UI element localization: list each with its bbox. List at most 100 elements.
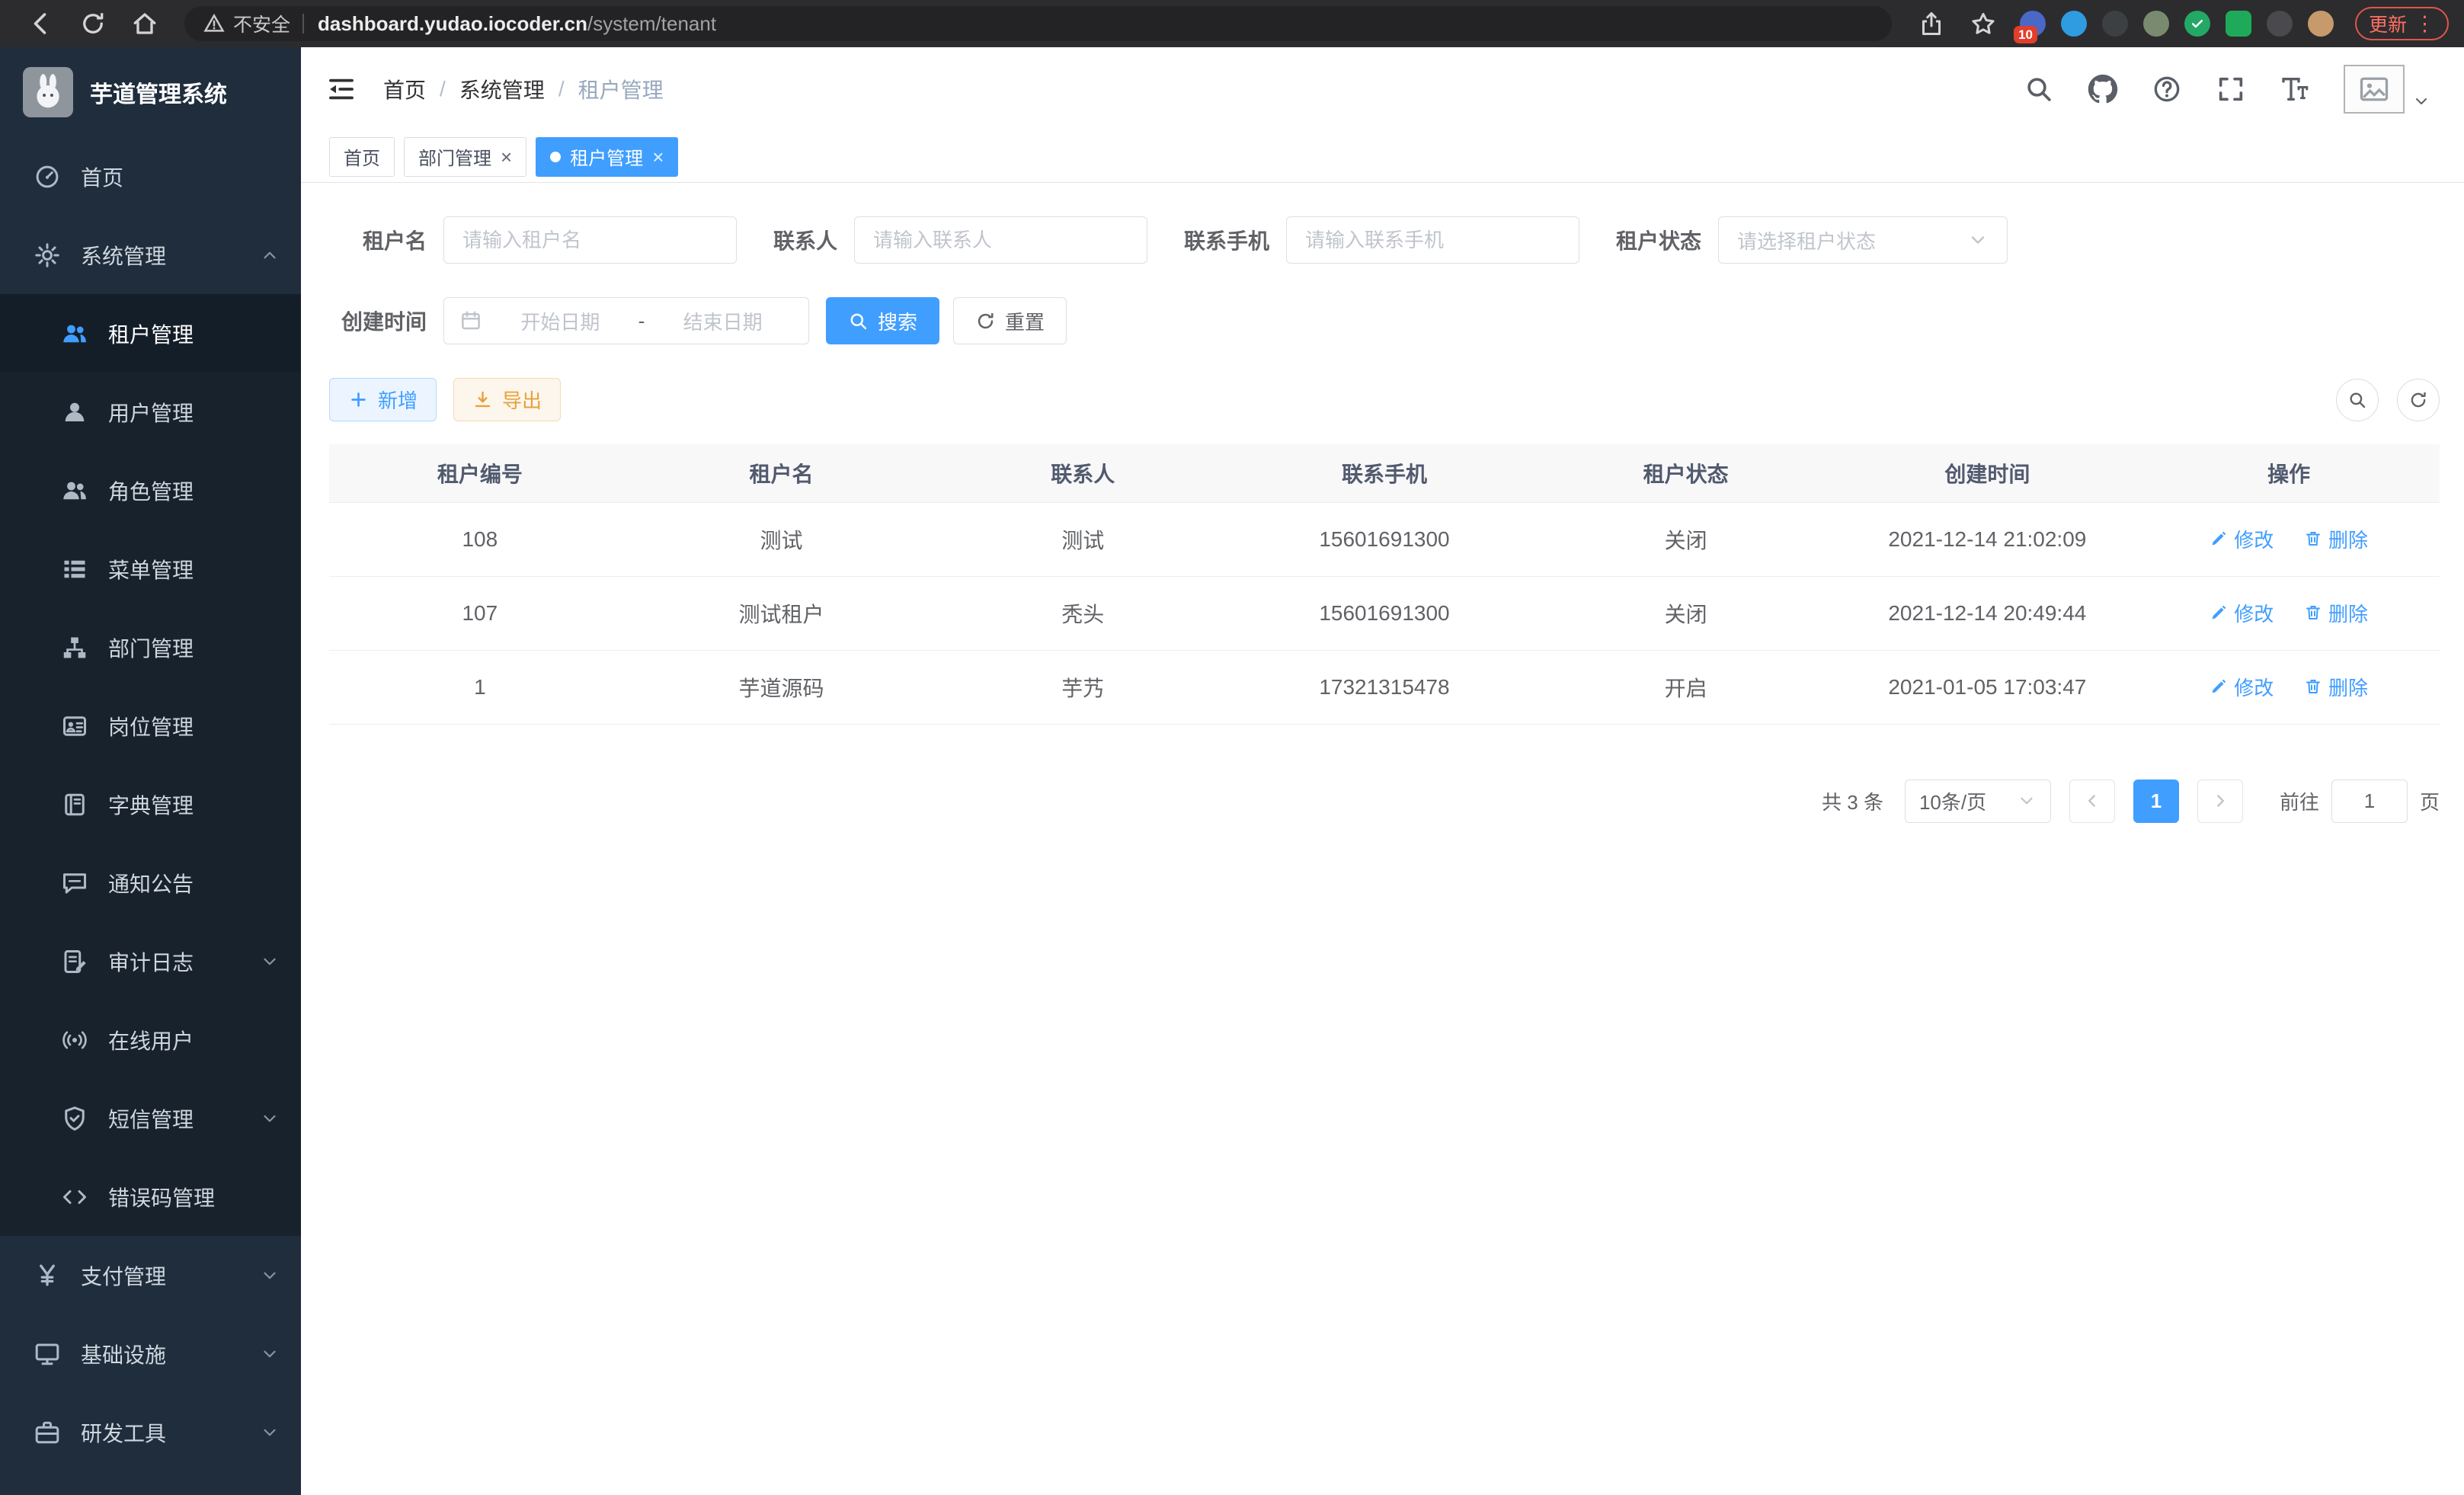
avatar-caret-down-icon[interactable] [2412, 92, 2430, 110]
browser-back-icon[interactable] [27, 10, 55, 37]
sidebar-item-dept[interactable]: 部门管理 [0, 608, 301, 687]
cell-status: 开启 [1535, 650, 1837, 724]
share-icon[interactable] [1918, 10, 1945, 37]
tab-tenant[interactable]: 租户管理 × [536, 137, 678, 177]
github-icon[interactable] [2088, 74, 2118, 104]
tab-label: 部门管理 [418, 143, 491, 170]
sidebar-item-infrastructure[interactable]: 基础设施 [0, 1314, 301, 1393]
page-size-select[interactable]: 10条/页 [1905, 780, 2051, 823]
delete-label: 删除 [2328, 673, 2368, 701]
sidebar-item-menu[interactable]: 菜单管理 [0, 530, 301, 608]
page-number-button[interactable]: 1 [2133, 780, 2179, 823]
check-icon [2190, 16, 2205, 31]
contact-label: 联系人 [773, 225, 837, 255]
pagination: 共 3 条 10条/页 1 前往 页 [329, 780, 2440, 823]
help-icon[interactable] [2152, 74, 2182, 104]
edit-link[interactable]: 修改 [2210, 525, 2274, 553]
sidebar-item-user[interactable]: 用户管理 [0, 373, 301, 451]
extension-icon[interactable] [2143, 11, 2169, 37]
extension-icon[interactable] [2267, 11, 2293, 37]
filter-form-row-1: 租户名 联系人 联系手机 租户状态 请选择租户状态 [329, 216, 2440, 264]
goto-page-input[interactable] [2331, 780, 2408, 823]
add-button[interactable]: 新增 [329, 378, 437, 421]
book-icon [61, 791, 88, 818]
prev-page-button[interactable] [2069, 780, 2115, 823]
extension-icon[interactable] [2061, 11, 2087, 37]
chevron-left-icon [2082, 791, 2102, 811]
sidebar-item-payment[interactable]: 支付管理 [0, 1236, 301, 1314]
browser-reload-icon[interactable] [79, 10, 107, 37]
font-size-icon[interactable] [2280, 74, 2310, 104]
date-range-separator: - [638, 309, 645, 333]
users-icon [61, 477, 88, 504]
delete-link[interactable]: 删除 [2304, 525, 2368, 553]
browser-update-button[interactable]: 更新 ⋮ [2355, 7, 2449, 40]
close-icon[interactable]: × [501, 147, 512, 167]
tab-home[interactable]: 首页 [329, 137, 395, 177]
reset-button[interactable]: 重置 [953, 297, 1067, 344]
next-page-button[interactable] [2197, 780, 2243, 823]
extension-icon[interactable] [2102, 11, 2128, 37]
sidebar-item-role[interactable]: 角色管理 [0, 451, 301, 530]
sidebar-item-devtools[interactable]: 研发工具 [0, 1393, 301, 1471]
status-select[interactable]: 请选择租户状态 [1718, 216, 2008, 264]
extension-icon[interactable]: 10 [2020, 11, 2046, 37]
edit-link[interactable]: 修改 [2210, 673, 2274, 701]
edit-link[interactable]: 修改 [2210, 599, 2274, 627]
toggle-search-button[interactable] [2336, 379, 2379, 421]
column-header: 租户名 [631, 444, 933, 502]
status-label: 租户状态 [1616, 225, 1701, 255]
extension-icon[interactable] [2184, 11, 2210, 37]
cell-contact: 秃头 [932, 576, 1234, 650]
delete-link[interactable]: 删除 [2304, 599, 2368, 627]
sidebar-item-tenant[interactable]: 租户管理 [0, 294, 301, 373]
avatar[interactable] [2344, 65, 2405, 114]
export-button[interactable]: 导出 [453, 378, 561, 421]
sidebar-item-online-users[interactable]: 在线用户 [0, 1000, 301, 1079]
sidebar-item-label: 错误码管理 [108, 1182, 280, 1212]
breadcrumb-system[interactable]: 系统管理 [459, 74, 545, 104]
breadcrumb: 首页 / 系统管理 / 租户管理 [383, 74, 664, 104]
contact-input[interactable] [854, 216, 1147, 264]
sidebar-toggle-icon[interactable] [325, 73, 357, 105]
cell-tenant-name: 测试租户 [631, 576, 933, 650]
breadcrumb-home[interactable]: 首页 [383, 74, 426, 104]
phone-input[interactable] [1286, 216, 1579, 264]
page-size-value: 10条/页 [1919, 787, 1986, 815]
sidebar-item-home[interactable]: 首页 [0, 137, 301, 216]
browser-home-icon[interactable] [131, 10, 158, 37]
sidebar-item-audit-log[interactable]: 审计日志 [0, 922, 301, 1000]
page-number: 1 [2151, 789, 2162, 813]
browser-menu-icon[interactable]: ⋮ [2414, 12, 2435, 36]
sidebar: 芋道管理系统 首页 系统管理 租户管理 用户管理 [0, 47, 301, 1495]
active-tab-dot [550, 152, 561, 162]
table-refresh-button[interactable] [2397, 379, 2440, 421]
extension-icon[interactable] [2226, 11, 2251, 37]
sidebar-item-system[interactable]: 系统管理 [0, 216, 301, 294]
date-range-picker[interactable]: 开始日期 - 结束日期 [443, 297, 809, 344]
close-icon[interactable]: × [652, 147, 664, 167]
extension-badge: 10 [2014, 26, 2037, 43]
sidebar-item-sms[interactable]: 短信管理 [0, 1079, 301, 1157]
edit-document-icon [61, 948, 88, 975]
search-button[interactable]: 搜索 [826, 297, 939, 344]
header-search-icon[interactable] [2024, 74, 2054, 104]
tenant-name-input[interactable] [443, 216, 737, 264]
bookmark-star-icon[interactable] [1970, 10, 1997, 37]
cell-created: 2021-12-14 21:02:09 [1837, 502, 2139, 576]
fullscreen-icon[interactable] [2216, 74, 2246, 104]
address-bar[interactable]: 不安全 dashboard.yudao.iocoder.cn/system/te… [184, 6, 1892, 41]
sidebar-item-post[interactable]: 岗位管理 [0, 687, 301, 765]
pencil-icon [2210, 530, 2228, 548]
app-logo[interactable]: 芋道管理系统 [0, 47, 301, 137]
sidebar-item-notice[interactable]: 通知公告 [0, 844, 301, 922]
user-avatar-dropdown[interactable] [2344, 65, 2430, 114]
delete-link[interactable]: 删除 [2304, 673, 2368, 701]
sidebar-item-error-code[interactable]: 错误码管理 [0, 1157, 301, 1236]
url-text[interactable]: dashboard.yudao.iocoder.cn/system/tenant [318, 12, 716, 36]
sidebar-item-label: 首页 [81, 162, 280, 192]
extension-icon[interactable] [2308, 11, 2334, 37]
app-title: 芋道管理系统 [90, 75, 227, 109]
tab-dept[interactable]: 部门管理 × [404, 137, 526, 177]
sidebar-item-dict[interactable]: 字典管理 [0, 765, 301, 844]
